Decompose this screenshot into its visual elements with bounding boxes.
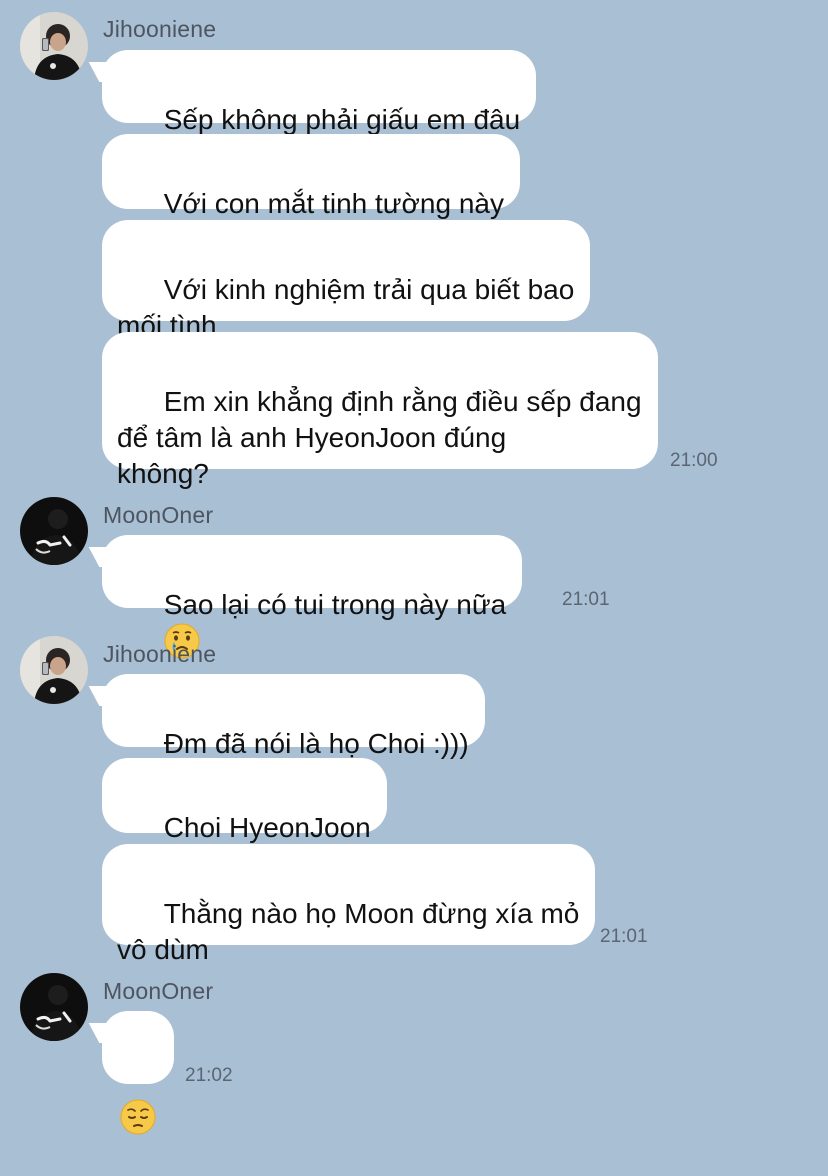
sender-name: MoonOner [103,978,214,1004]
message-timestamp: 21:01 [600,926,648,947]
message-bubble[interactable]: Sao lại có tui trong này nữa [102,535,523,659]
pensive-face-icon [120,1099,156,1135]
message-bubble[interactable]: Đm đã nói là họ Choi :))) [102,674,485,759]
message-timestamp: 21:00 [670,450,718,471]
message-bubble[interactable]: Sếp không phải giấu em đâu [102,50,537,135]
message-text: Sếp không phải giấu em đâu [163,104,521,135]
message-bubble[interactable]: Với con mắt tinh tường này [102,134,520,219]
avatar[interactable] [20,497,88,565]
message-bubble[interactable] [102,1011,174,1135]
message-text: Sao lại có tui trong này nữa [163,589,507,620]
message-text: Với kinh nghiệm trải qua biết bao mối tì… [117,274,575,341]
avatar[interactable] [20,973,88,1041]
chat-view: Jihooniene Sếp không phải giấu em đâu Vớ… [0,0,828,1135]
avatar-jihooniene-icon [20,12,88,80]
message-text: Em xin khẳng định rằng điều sếp đang để … [117,386,642,489]
message-text: Đm đã nói là họ Choi :))) [163,728,469,759]
sender-name: Jihooniene [103,641,217,667]
avatar[interactable] [20,12,88,80]
avatar[interactable] [20,636,88,704]
message-bubble[interactable]: Choi HyeonJoon [102,758,387,843]
message-text: Với con mắt tinh tường này [163,188,504,219]
message-text: Thằng nào họ Moon đừng xía mỏ vô dùm [117,898,580,965]
message-bubble[interactable]: Thằng nào họ Moon đừng xía mỏ vô dùm [102,844,596,965]
message-bubble[interactable]: Với kinh nghiệm trải qua biết bao mối tì… [102,220,591,341]
message-text: Choi HyeonJoon [163,812,371,843]
avatar-moononer-icon [20,973,88,1041]
sender-name: MoonOner [103,502,214,528]
sender-name: Jihooniene [103,16,217,42]
message-bubble[interactable]: Em xin khẳng định rằng điều sếp đang để … [102,332,658,489]
message-timestamp: 21:02 [185,1065,233,1086]
message-timestamp: 21:01 [562,589,610,610]
avatar-jihooniene-icon [20,636,88,704]
avatar-moononer-icon [20,497,88,565]
